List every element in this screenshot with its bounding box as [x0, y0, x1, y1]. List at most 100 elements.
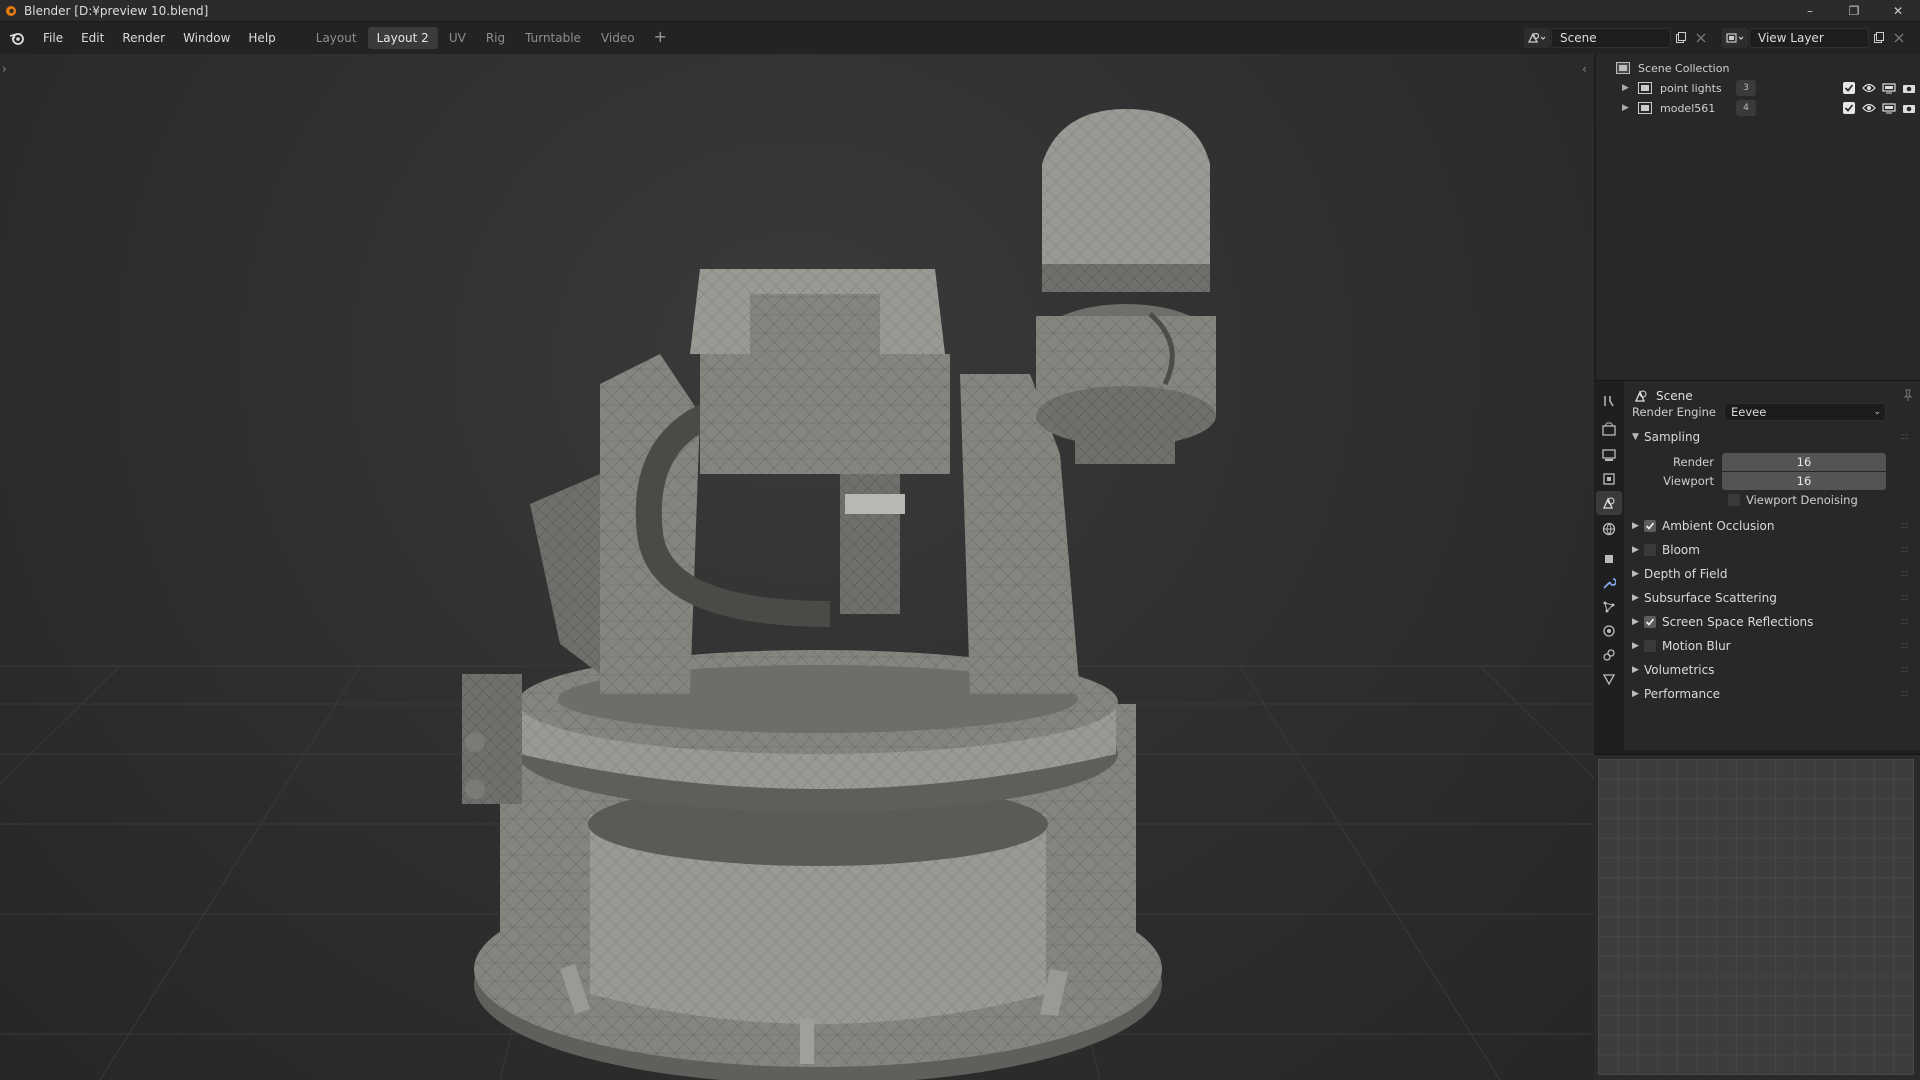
viewport-denoising-checkbox[interactable]: [1728, 494, 1740, 506]
drag-handle-icon[interactable]: ::::: [1900, 521, 1909, 531]
collection-icon: [1638, 102, 1652, 114]
restrict-toggles: [1841, 81, 1916, 95]
tab-turntable[interactable]: Turntable: [516, 27, 590, 49]
output-tab-icon[interactable]: [1596, 443, 1622, 467]
render-samples-field[interactable]: 16: [1722, 453, 1886, 471]
scene-tab-icon[interactable]: [1596, 491, 1622, 515]
view-layer-tab-icon[interactable]: [1596, 467, 1622, 491]
mesh-count-badge[interactable]: 4: [1736, 100, 1756, 116]
particles-tab-icon[interactable]: [1596, 595, 1622, 619]
bloom-checkbox[interactable]: [1644, 544, 1656, 556]
tool-tab-icon[interactable]: [1596, 389, 1622, 413]
render-camera-icon[interactable]: [1901, 101, 1916, 115]
expand-arrow-icon[interactable]: ▶: [1622, 103, 1629, 113]
image-editor[interactable]: [1594, 754, 1920, 1080]
ambient-occlusion-checkbox[interactable]: [1644, 520, 1656, 532]
view-layer-name-field[interactable]: View Layer: [1749, 28, 1869, 48]
exclude-checkbox[interactable]: [1841, 101, 1856, 115]
title-bar: Blender [D:¥preview 10.blend] – ❐ ✕: [0, 0, 1920, 22]
3d-viewport[interactable]: › ‹: [0, 54, 1594, 1080]
motion-blur-panel[interactable]: ▶ Motion Blur ::::: [1632, 636, 1912, 656]
close-button[interactable]: ✕: [1876, 0, 1920, 22]
viewport-denoising-toggle[interactable]: Viewport Denoising: [1728, 493, 1858, 507]
pin-icon[interactable]: [1902, 389, 1914, 404]
menu-window[interactable]: Window: [174, 25, 239, 51]
drag-handle-icon[interactable]: ::::: [1900, 545, 1909, 555]
render-engine-label: Render Engine: [1631, 405, 1716, 419]
eye-icon[interactable]: [1861, 101, 1876, 115]
delete-scene-icon[interactable]: [1691, 28, 1711, 48]
render-camera-icon[interactable]: [1901, 81, 1916, 95]
outliner-item-point-lights[interactable]: ▶ point lights 3: [1596, 78, 1920, 98]
performance-panel[interactable]: ▶ Performance ::::: [1632, 684, 1912, 704]
drag-handle-icon[interactable]: ::::: [1900, 665, 1909, 675]
view-layer-selector: View Layer: [1722, 27, 1909, 49]
depth-of-field-panel[interactable]: ▶ Depth of Field ::::: [1632, 564, 1912, 584]
collapse-arrow-icon: ▼: [1632, 432, 1639, 442]
sampling-panel-header[interactable]: ▼ Sampling ::::: [1632, 427, 1912, 447]
exclude-checkbox[interactable]: [1841, 81, 1856, 95]
viewport-scene: [0, 109, 1594, 1080]
modifier-wrench-icon[interactable]: [1596, 571, 1622, 595]
drag-handle-icon[interactable]: ::::: [1900, 432, 1909, 442]
outliner-item-model561[interactable]: ▶ model561 4: [1596, 98, 1920, 118]
expand-arrow-icon: ▶: [1632, 593, 1639, 603]
expand-arrow-icon: ▶: [1632, 521, 1639, 531]
drag-handle-icon[interactable]: ::::: [1900, 641, 1909, 651]
menu-render[interactable]: Render: [113, 25, 174, 51]
ambient-occlusion-panel[interactable]: ▶ Ambient Occlusion ::::: [1632, 516, 1912, 536]
menu-edit[interactable]: Edit: [72, 25, 113, 51]
tab-layout[interactable]: Layout: [307, 27, 366, 49]
toolbar-expand-icon[interactable]: ›: [2, 62, 7, 76]
screen-space-reflections-panel[interactable]: ▶ Screen Space Reflections ::::: [1632, 612, 1912, 632]
sidebar-expand-icon[interactable]: ‹: [1582, 62, 1587, 76]
scene-name-field[interactable]: Scene: [1551, 28, 1671, 48]
tab-layout-2[interactable]: Layout 2: [367, 27, 438, 49]
constraints-tab-icon[interactable]: [1596, 643, 1622, 667]
outliner[interactable]: Scene Collection ▶ point lights 3 ▶ mode…: [1596, 54, 1920, 380]
world-tab-icon[interactable]: [1596, 517, 1622, 541]
drag-handle-icon[interactable]: ::::: [1900, 689, 1909, 699]
eye-icon[interactable]: [1861, 81, 1876, 95]
bloom-panel[interactable]: ▶ Bloom ::::: [1632, 540, 1912, 560]
top-bar: File Edit Render Window Help Layout Layo…: [0, 22, 1920, 54]
tab-video[interactable]: Video: [592, 27, 644, 49]
blender-menu-icon[interactable]: [0, 22, 34, 54]
panel-label: Performance: [1644, 687, 1721, 701]
new-view-layer-icon[interactable]: [1869, 28, 1889, 48]
drag-handle-icon[interactable]: ::::: [1900, 617, 1909, 627]
tab-rig[interactable]: Rig: [477, 27, 514, 49]
render-engine-dropdown[interactable]: Eevee ⌄: [1724, 403, 1886, 421]
panel-label: Ambient Occlusion: [1662, 519, 1775, 533]
viewport-samples-field[interactable]: 16: [1722, 472, 1886, 490]
tab-uv[interactable]: UV: [440, 27, 475, 49]
data-tab-icon[interactable]: [1596, 667, 1622, 691]
add-workspace-button[interactable]: +: [646, 27, 675, 49]
motion-blur-checkbox[interactable]: [1644, 640, 1656, 652]
drag-handle-icon[interactable]: ::::: [1900, 569, 1909, 579]
subsurface-scattering-panel[interactable]: ▶ Subsurface Scattering ::::: [1632, 588, 1912, 608]
menu-help[interactable]: Help: [239, 25, 284, 51]
maximize-button[interactable]: ❐: [1832, 0, 1876, 22]
outliner-scene-collection[interactable]: Scene Collection: [1596, 58, 1920, 78]
object-tab-icon[interactable]: [1596, 547, 1622, 571]
viewport-display-icon[interactable]: [1881, 101, 1896, 115]
scene-collection-label: Scene Collection: [1638, 61, 1730, 75]
light-count-badge[interactable]: 3: [1736, 80, 1756, 96]
new-scene-icon[interactable]: [1671, 28, 1691, 48]
scene-browse-icon[interactable]: [1524, 28, 1550, 48]
workspace-tabs: Layout Layout 2 UV Rig Turntable Video +: [307, 27, 675, 49]
volumetrics-panel[interactable]: ▶ Volumetrics ::::: [1632, 660, 1912, 680]
menu-file[interactable]: File: [34, 25, 72, 51]
physics-tab-icon[interactable]: [1596, 619, 1622, 643]
restrict-toggles: [1841, 101, 1916, 115]
viewport-display-icon[interactable]: [1881, 81, 1896, 95]
image-editor-grid[interactable]: [1598, 759, 1914, 1075]
drag-handle-icon[interactable]: ::::: [1900, 593, 1909, 603]
screen-space-reflections-checkbox[interactable]: [1644, 616, 1656, 628]
render-tab-icon[interactable]: [1596, 417, 1622, 441]
delete-view-layer-icon[interactable]: [1889, 28, 1909, 48]
view-layer-browse-icon[interactable]: [1722, 28, 1748, 48]
expand-arrow-icon[interactable]: ▶: [1622, 83, 1629, 93]
minimize-button[interactable]: –: [1788, 0, 1832, 22]
